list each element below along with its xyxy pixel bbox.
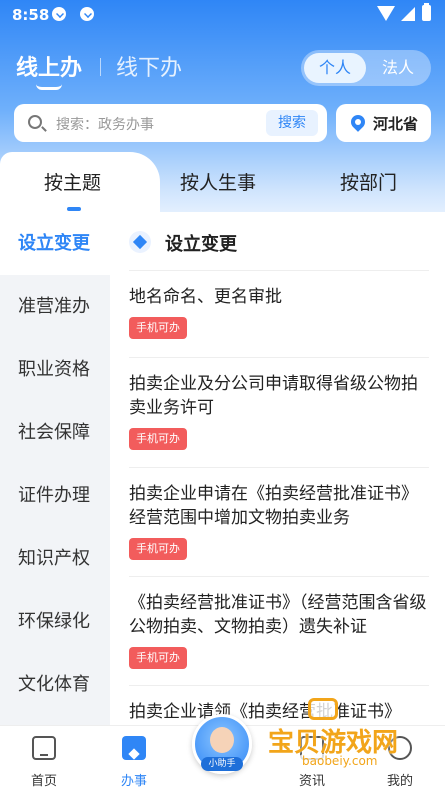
sidebar-item-business-permit[interactable]: 准营准办 [0,275,110,338]
sidebar-item-establish-change[interactable]: 设立变更 [0,212,110,275]
nav-work-label: 办事 [120,774,147,789]
nav-news-label: 资讯 [298,774,325,789]
item-title: 《拍卖经营批准证书》（经营范围含省级公物拍卖、文物拍卖）遗失补证 [129,593,427,637]
search-placeholder: 搜索：政务办事 [56,117,154,133]
download-icon [80,7,94,21]
search-input[interactable]: 搜索：政务办事 搜索 [14,104,327,142]
assistant-button[interactable]: 小助手 [192,714,252,774]
assistant-label: 小助手 [201,757,243,771]
tab-online[interactable]: 线上办 [16,50,82,82]
wifi-icon [377,6,395,21]
tab-by-department[interactable]: 按部门 [340,168,397,195]
list-item[interactable]: 地名命名、更名审批 手机可办 [129,270,429,339]
search-button[interactable]: 搜索 [266,110,318,136]
signal-icon [401,7,415,21]
content-area: 设立变更 准营准办 职业资格 社会保障 证件办理 知识产权 环保绿化 文化体育 … [0,212,445,725]
region-label: 河北省 [373,115,419,133]
item-title: 拍卖企业申请在《拍卖经营批准证书》经营范围中增加文物拍卖业务 [129,484,418,528]
assistant-avatar-icon [210,727,234,753]
tab-divider [100,58,101,76]
sidebar-item-social-security[interactable]: 社会保障 [0,401,110,464]
sidebar-item-certificates[interactable]: 证件办理 [0,464,110,527]
home-icon [32,736,56,760]
category-tabs: 按主题 按人生事 按部门 [0,152,445,214]
toggle-legal[interactable]: 法人 [367,50,429,86]
status-bar: 8:58 [0,0,445,32]
sidebar-item-qualification[interactable]: 职业资格 [0,338,110,401]
download-icon [52,7,66,21]
battery-icon [422,3,431,21]
list-item[interactable]: 《拍卖经营批准证书》（经营范围含省级公物拍卖、文物拍卖）遗失补证 手机可办 [129,576,429,669]
bookmark-icon [122,736,146,760]
sidebar-item-culture-sports[interactable]: 文化体育 [0,653,110,716]
sidebar-item-ip[interactable]: 知识产权 [0,527,110,590]
mobile-badge: 手机可办 [129,538,187,560]
nav-home-label: 首页 [30,774,57,789]
tab-by-life-event[interactable]: 按人生事 [180,168,256,195]
list-item[interactable]: 拍卖企业及分公司申请取得省级公物拍卖业务许可 手机可办 [129,357,429,450]
nav-home[interactable]: 首页 [4,726,84,791]
nav-work[interactable]: 办事 [94,726,174,791]
watermark: 宝贝游戏网 baobeiy.com [268,698,418,770]
mobile-badge: 手机可办 [129,428,187,450]
nav-me-label: 我的 [386,774,413,789]
section-icon [129,231,151,253]
region-selector[interactable]: 河北省 [336,104,431,142]
location-pin-icon [348,112,368,132]
service-list: 设立变更 地名命名、更名审批 手机可办 拍卖企业及分公司申请取得省级公物拍卖业务… [110,212,445,725]
toggle-personal[interactable]: 个人 [304,53,366,83]
tab-online-indicator [36,84,62,90]
sidebar-item-environment[interactable]: 环保绿化 [0,590,110,653]
watermark-url: baobeiy.com [298,754,382,768]
item-title: 拍卖企业及分公司申请取得省级公物拍卖业务许可 [129,374,418,418]
item-title: 地名命名、更名审批 [129,287,282,307]
gamepad-icon [308,698,338,720]
section-title: 设立变更 [165,234,237,255]
sidebar: 设立变更 准营准办 职业资格 社会保障 证件办理 知识产权 环保绿化 文化体育 [0,212,110,725]
user-type-toggle: 个人 法人 [301,50,431,86]
mobile-badge: 手机可办 [129,647,187,669]
mobile-badge: 手机可办 [129,317,187,339]
tab-indicator [67,207,81,211]
tab-offline[interactable]: 线下办 [116,50,182,82]
tab-by-theme[interactable]: 按主题 [44,168,101,195]
status-time: 8:58 [12,6,50,24]
list-item[interactable]: 拍卖企业申请在《拍卖经营批准证书》经营范围中增加文物拍卖业务 手机可办 [129,467,429,560]
search-icon [28,115,42,129]
